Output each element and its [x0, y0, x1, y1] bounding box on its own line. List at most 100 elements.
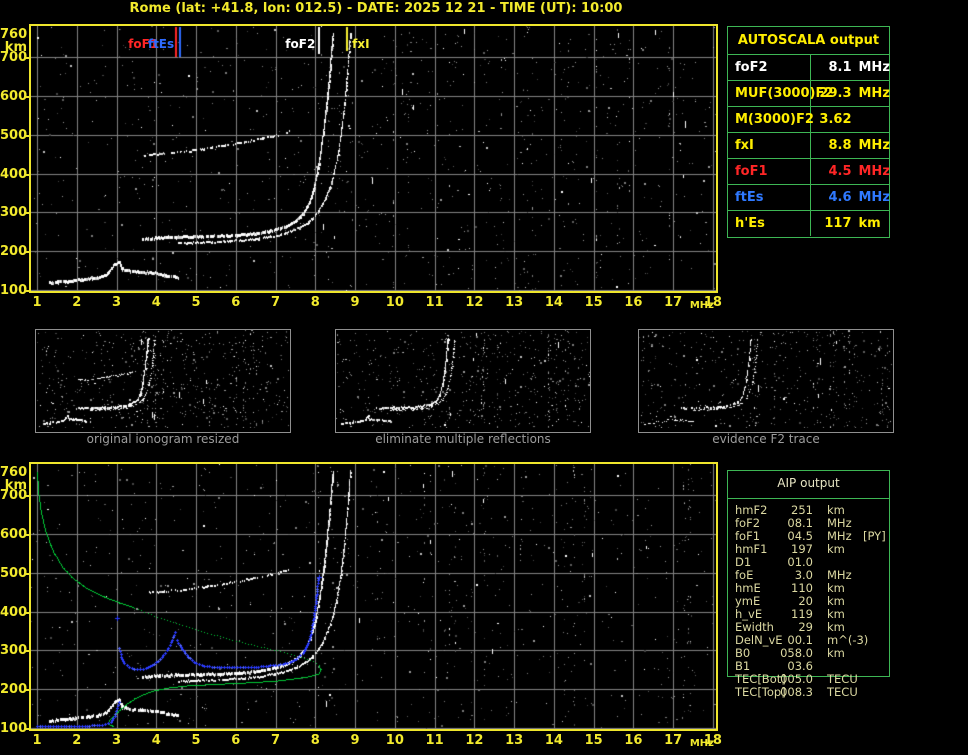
autoscala-row-value: 29.3MHz — [811, 81, 889, 106]
x-axis-tick-12: 12 — [459, 296, 489, 309]
x-axis-tick-4: 4 — [141, 296, 171, 309]
autoscala-row-value: 117km — [811, 211, 889, 236]
autoscala-row-h'Es: h'Es117km — [728, 211, 889, 236]
y-axis-tickmark — [25, 650, 29, 652]
autoscala-row-label: h'Es — [728, 211, 811, 236]
thumbnail-eliminate-reflections — [335, 329, 591, 433]
y-axis-tick-200: 200 — [0, 683, 27, 696]
thumbnail-eliminate-caption: eliminate multiple reflections — [335, 432, 591, 446]
x-axis-tick-1: 1 — [22, 734, 52, 747]
y-axis-tickmark — [25, 135, 29, 137]
top-ionogram-canvas — [31, 26, 716, 291]
y-axis-tick-700: 700 — [0, 51, 27, 64]
bottom-ionogram-canvas — [31, 464, 716, 729]
bottom-ionogram-chart — [29, 462, 718, 731]
y-axis-tickmark — [25, 290, 29, 292]
y-axis-tick-400: 400 — [0, 606, 27, 619]
autoscala-row-foF1: foF14.5MHz — [728, 159, 889, 185]
aip-row-TEC[Top]: TEC[Top]008.3TECU — [727, 686, 897, 699]
x-axis-tick-14: 14 — [539, 296, 569, 309]
x-axis-tick-2: 2 — [62, 734, 92, 747]
y-axis-tick-760: 760 — [0, 28, 27, 41]
x-axis-tick-6: 6 — [221, 734, 251, 747]
marker-label-foF2: foF2 — [285, 38, 315, 50]
thumbnail-original-ionogram — [35, 329, 291, 433]
autoscala-row-value: 8.8MHz — [811, 133, 889, 158]
y-axis-tickmark — [25, 57, 29, 59]
thumbnail-original-canvas — [36, 330, 290, 428]
aip-cell-unit: TECU — [827, 686, 858, 699]
autoscala-row-label: fxI — [728, 133, 811, 158]
aip-cell-extra: [PY] — [863, 530, 886, 543]
marker-label-fxI: fxI — [352, 38, 369, 50]
autoscala-row-label: MUF(3000)F2 — [728, 81, 811, 106]
y-axis-tick-760: 760 — [0, 466, 27, 479]
x-axis-tick-15: 15 — [579, 296, 609, 309]
x-axis-tick-15: 15 — [579, 734, 609, 747]
x-axis-tick-14: 14 — [539, 734, 569, 747]
autoscala-row-M(3000)F2: M(3000)F23.62 — [728, 107, 889, 133]
autoscala-row-foF2: foF28.1MHz — [728, 55, 889, 81]
y-axis-tick-200: 200 — [0, 245, 27, 258]
y-axis-tick-500: 500 — [0, 567, 27, 580]
x-axis-tick-16: 16 — [618, 734, 648, 747]
y-axis-tickmark — [25, 534, 29, 536]
y-axis-tickmark — [25, 728, 29, 730]
aip-cell-unit: km — [827, 543, 845, 556]
x-axis-unit-mhz: MHz — [690, 300, 714, 311]
x-axis-tick-7: 7 — [261, 734, 291, 747]
autoscala-table-rows: foF28.1MHzMUF(3000)F229.3MHzM(3000)F23.6… — [728, 55, 889, 236]
aip-table-divider — [728, 498, 889, 499]
autoscala-row-ftEs: ftEs4.6MHz — [728, 185, 889, 211]
x-axis-tick-11: 11 — [420, 734, 450, 747]
x-axis-tick-12: 12 — [459, 734, 489, 747]
y-axis-tickmark — [25, 212, 29, 214]
autoscala-row-value: 4.6MHz — [811, 185, 889, 210]
x-axis-tick-7: 7 — [261, 296, 291, 309]
x-axis-tick-6: 6 — [221, 296, 251, 309]
y-axis-tick-300: 300 — [0, 644, 27, 657]
x-axis-tick-8: 8 — [300, 734, 330, 747]
x-axis-tick-16: 16 — [618, 296, 648, 309]
y-axis-tickmark — [25, 689, 29, 691]
y-axis-tickmark — [25, 612, 29, 614]
y-axis-tick-600: 600 — [0, 90, 27, 103]
autoscala-row-value: 8.1MHz — [811, 55, 889, 80]
x-axis-tick-17: 17 — [658, 296, 688, 309]
x-axis-tick-9: 9 — [340, 734, 370, 747]
x-axis-tick-10: 10 — [380, 296, 410, 309]
autoscala-row-label: M(3000)F2 — [728, 107, 811, 132]
x-axis-unit-mhz: MHz — [690, 738, 714, 749]
y-axis-tickmark — [25, 174, 29, 176]
thumbnail-evidence-f2 — [638, 329, 894, 433]
autoscala-table-header: AUTOSCALA output — [728, 27, 889, 55]
x-axis-tick-3: 3 — [102, 734, 132, 747]
x-axis-tick-13: 13 — [499, 734, 529, 747]
top-ionogram-chart — [29, 24, 718, 293]
x-axis-tick-2: 2 — [62, 296, 92, 309]
marker-label-ftEs: ftEs — [148, 38, 174, 50]
thumbnail-eliminate-canvas — [336, 330, 590, 428]
aip-table-header: AIP output — [728, 476, 889, 490]
autoscala-row-label: foF1 — [728, 159, 811, 184]
x-axis-tick-1: 1 — [22, 296, 52, 309]
y-axis-tick-400: 400 — [0, 168, 27, 181]
y-axis-tick-500: 500 — [0, 129, 27, 142]
autoscala-output-table: AUTOSCALA output foF28.1MHzMUF(3000)F229… — [727, 26, 890, 238]
thumbnail-evidence-canvas — [639, 330, 893, 428]
y-axis-tick-700: 700 — [0, 489, 27, 502]
x-axis-tick-17: 17 — [658, 734, 688, 747]
x-axis-tick-9: 9 — [340, 296, 370, 309]
y-axis-tickmark — [25, 495, 29, 497]
x-axis-tick-11: 11 — [420, 296, 450, 309]
autoscala-row-value: 4.5MHz — [811, 159, 889, 184]
page-title: Rome (lat: +41.8, lon: 012.5) - DATE: 20… — [0, 1, 752, 16]
thumbnail-evidence-caption: evidence F2 trace — [638, 432, 894, 446]
y-axis-tick-300: 300 — [0, 206, 27, 219]
autoscala-row-label: ftEs — [728, 185, 811, 210]
x-axis-tick-4: 4 — [141, 734, 171, 747]
y-axis-tickmark — [25, 251, 29, 253]
x-axis-tick-5: 5 — [181, 296, 211, 309]
autoscala-row-label: foF2 — [728, 55, 811, 80]
y-axis-tick-600: 600 — [0, 528, 27, 541]
